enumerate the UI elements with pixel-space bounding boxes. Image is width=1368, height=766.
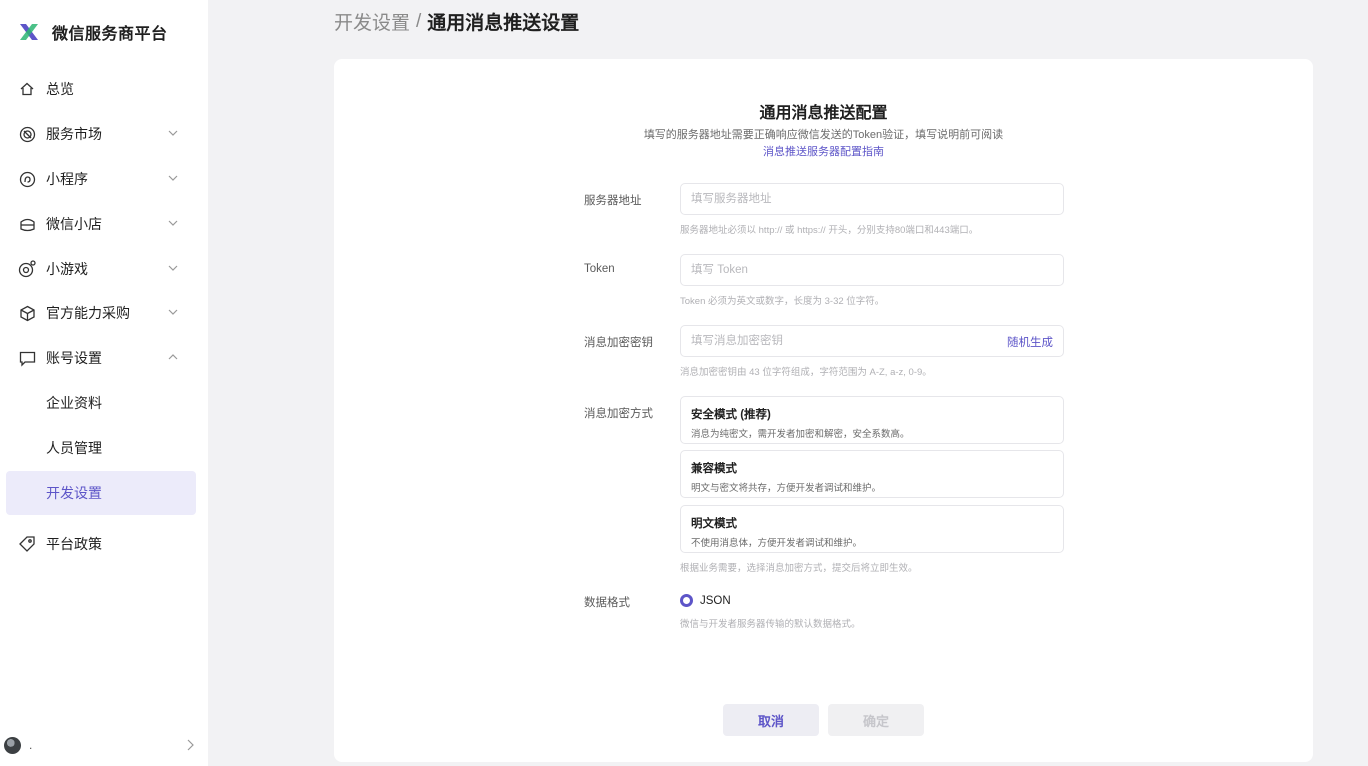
mode-title: 安全模式 (推荐) <box>691 409 771 421</box>
tag-icon <box>18 535 36 553</box>
sidebar-item-account-settings[interactable]: 账号设置 <box>6 336 196 380</box>
aes-key-input-box: 随机生成 <box>680 325 1064 357</box>
sidebar-item-game[interactable]: 小游戏 <box>6 247 196 291</box>
guide-link[interactable]: 消息推送服务器配置指南 <box>334 143 1313 159</box>
page-title: 通用消息推送设置 <box>427 13 580 34</box>
form-title: 通用消息推送配置 <box>759 105 888 122</box>
home-icon <box>18 80 36 98</box>
mode-option-compatible[interactable]: 兼容模式 明文与密文将共存，方便开发者调试和维护。 <box>680 450 1064 498</box>
box-icon <box>18 304 36 322</box>
mode-title: 兼容模式 <box>691 463 737 475</box>
confirm-button[interactable]: 确定 <box>828 704 924 736</box>
data-format-help: 微信与开发者服务器传输的默认数据格式。 <box>680 619 861 630</box>
radio-selected-icon[interactable] <box>680 594 693 607</box>
market-icon <box>18 125 36 143</box>
token-help: Token 必须为英文或数字，长度为 3-32 位字符。 <box>680 296 885 307</box>
server-help: 服务器地址必须以 http:// 或 https:// 开头，分别支持80端口和… <box>680 225 979 236</box>
mode-desc: 明文与密文将共存，方便开发者调试和维护。 <box>691 483 882 494</box>
chevron-down-icon[interactable] <box>166 171 180 185</box>
sidebar-item-platform-policy[interactable]: 平台政策 <box>6 522 196 566</box>
server-label: 服务器地址 <box>584 195 642 207</box>
sidebar-item-label: 微信小店 <box>46 216 102 232</box>
random-generate-button[interactable]: 随机生成 <box>1007 334 1053 350</box>
chevron-down-icon[interactable] <box>166 261 180 275</box>
mode-desc: 不使用消息体，方便开发者调试和维护。 <box>691 538 863 549</box>
sidebar-item-label: 官方能力采购 <box>46 305 130 321</box>
sidebar-item-label: 小游戏 <box>46 261 88 277</box>
shop-icon <box>18 215 36 233</box>
data-format-radio-json[interactable]: JSON <box>680 594 731 607</box>
encrypt-mode-help: 根据业务需要，选择消息加密方式，提交后将立即生效。 <box>680 563 918 574</box>
settings-card: 通用消息推送配置 填写的服务器地址需要正确响应微信发送的Token验证，填写说明… <box>334 59 1313 762</box>
sidebar-item-procurement[interactable]: 官方能力采购 <box>6 291 196 335</box>
chevron-down-icon[interactable] <box>166 216 180 230</box>
radio-label: JSON <box>700 594 731 607</box>
server-input[interactable] <box>681 184 1063 214</box>
sidebar-item-market[interactable]: 服务市场 <box>6 112 196 156</box>
mode-option-plaintext[interactable]: 明文模式 不使用消息体，方便开发者调试和维护。 <box>680 505 1064 553</box>
breadcrumb-parent[interactable]: 开发设置 <box>334 8 410 35</box>
chevron-right-icon[interactable] <box>184 738 196 752</box>
token-input[interactable] <box>681 255 1063 285</box>
app-title: 微信服务商平台 <box>52 26 168 43</box>
form-description: 填写的服务器地址需要正确响应微信发送的Token验证，填写说明前可阅读 <box>643 129 1004 141</box>
chevron-down-icon[interactable] <box>166 126 180 140</box>
breadcrumb: 开发设置 / 通用消息推送设置 <box>334 8 579 35</box>
sidebar-item-label: 账号设置 <box>46 350 102 366</box>
sidebar-item-shop[interactable]: 微信小店 <box>6 202 196 246</box>
sidebar-item-label: 开发设置 <box>46 485 102 501</box>
sidebar-item-label: 小程序 <box>46 171 88 187</box>
sidebar-item-company-info[interactable]: 企业资料 <box>6 381 196 425</box>
chat-icon <box>18 349 36 367</box>
sidebar: 微信服务商平台 总览 服务市场 小程序 微信小店 小游戏 官方能力采购 账号设置… <box>0 0 208 766</box>
data-format-label: 数据格式 <box>584 597 630 609</box>
aes-key-input[interactable] <box>681 326 981 356</box>
sidebar-item-label: 总览 <box>46 81 74 97</box>
sidebar-item-label: 人员管理 <box>46 440 102 456</box>
avatar <box>4 736 21 754</box>
game-icon <box>18 260 36 278</box>
sidebar-item-label: 服务市场 <box>46 126 102 142</box>
sidebar-item-label: 企业资料 <box>46 395 102 411</box>
sidebar-item-miniprogram[interactable]: 小程序 <box>6 157 196 201</box>
chevron-up-icon[interactable] <box>166 350 180 364</box>
aes-key-label: 消息加密密钥 <box>584 337 653 349</box>
token-label: Token <box>584 263 615 275</box>
logo-icon <box>20 24 38 40</box>
breadcrumb-separator: / <box>416 10 422 32</box>
miniprogram-icon <box>18 170 36 188</box>
sidebar-item-overview[interactable]: 总览 <box>6 67 196 111</box>
mode-desc: 消息为纯密文，需开发者加密和解密，安全系数高。 <box>691 429 910 440</box>
user-menu[interactable]: . <box>4 734 200 756</box>
sidebar-item-label: 平台政策 <box>46 536 102 552</box>
encrypt-mode-label: 消息加密方式 <box>584 408 653 420</box>
sidebar-item-dev-settings[interactable]: 开发设置 <box>6 471 196 515</box>
brand[interactable]: 微信服务商平台 <box>18 20 168 44</box>
aes-key-help: 消息加密密钥由 43 位字符组成，字符范围为 A-Z, a-z, 0-9。 <box>680 367 932 378</box>
mode-title: 明文模式 <box>691 518 737 530</box>
token-input-box <box>680 254 1064 286</box>
chevron-down-icon[interactable] <box>166 305 180 319</box>
user-name: . <box>29 738 33 752</box>
cancel-button[interactable]: 取消 <box>723 704 819 736</box>
mode-option-secure[interactable]: 安全模式 (推荐) 消息为纯密文，需开发者加密和解密，安全系数高。 <box>680 396 1064 444</box>
server-input-box <box>680 183 1064 215</box>
sidebar-item-member-management[interactable]: 人员管理 <box>6 426 196 470</box>
